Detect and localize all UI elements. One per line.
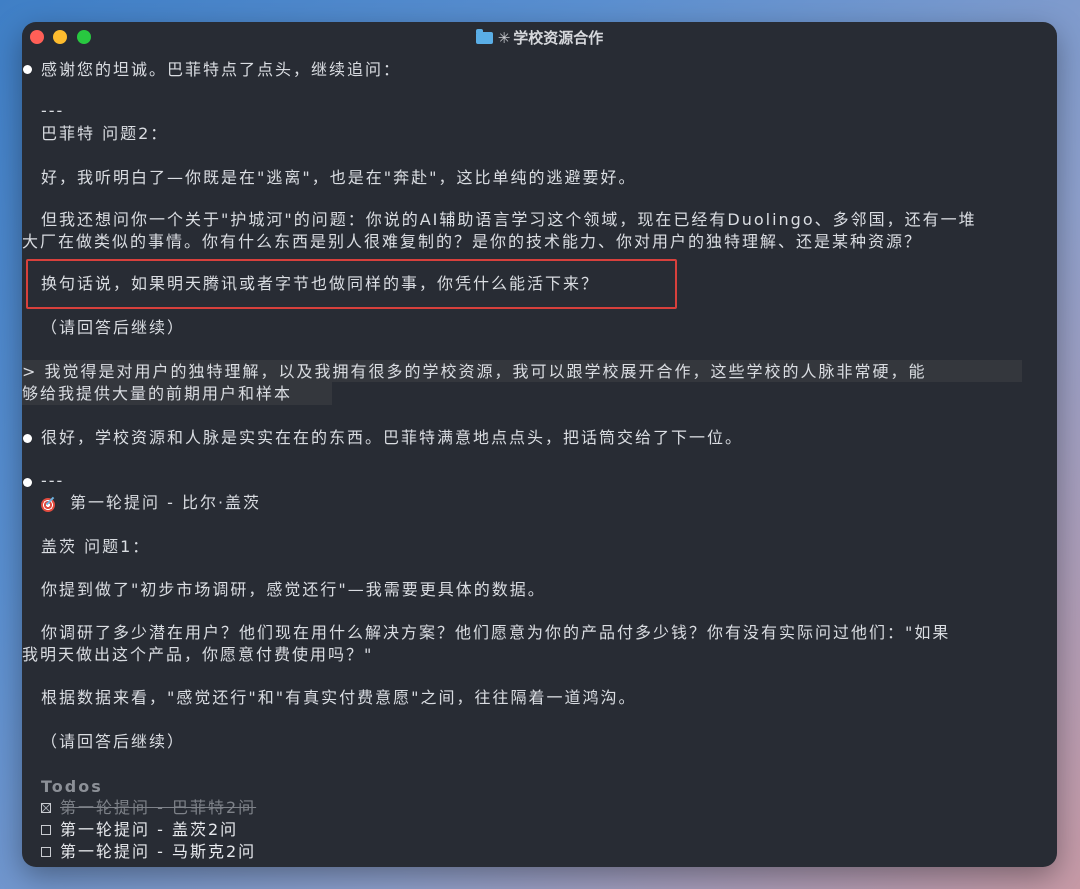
todo-item: 第一轮提问 - 盖茨2问 <box>60 820 239 839</box>
continue-prompt: （请回答后继续） <box>41 318 186 337</box>
round-heading: 第一轮提问 - 比尔·盖茨 <box>70 493 262 512</box>
message-bullet <box>23 478 32 487</box>
message-text: 大厂在做类似的事情。你有什么东西是别人很难复制的？是你的技术能力、你对用户的独特… <box>22 232 923 251</box>
todo-item-done: 第一轮提问 - 巴菲特2问 <box>60 798 257 817</box>
separator: --- <box>41 471 65 490</box>
message-text: 根据数据来看，"感觉还行"和"有真实付费意愿"之间，往往隔着一道鸿沟。 <box>41 688 637 707</box>
terminal-window: ✳ 学校资源合作 感谢您的坦诚。巴菲特点了点头，继续追问： --- 巴菲特 问题2… <box>22 22 1057 867</box>
continue-prompt: （请回答后继续） <box>41 732 186 751</box>
message-text: 好，我听明白了—你既是在"逃离"，也是在"奔赴"，这比单纯的逃避要好。 <box>41 168 637 187</box>
message-text: 我明天做出这个产品，你愿意付费使用吗？" <box>22 645 374 664</box>
user-reply-text: 够给我提供大量的前期用户和样本 <box>22 384 293 403</box>
message-text: 感谢您的坦诚。巴菲特点了点头，继续追问： <box>41 60 402 79</box>
todos-label: Todos <box>41 777 103 796</box>
message-bullet <box>23 65 32 74</box>
todo-checkbox[interactable] <box>41 847 51 857</box>
message-bullet <box>23 434 32 443</box>
message-text: 你提到做了"初步市场调研，感觉还行"—我需要更具体的数据。 <box>41 580 546 599</box>
separator: --- <box>41 101 65 120</box>
message-text: 但我还想问你一个关于"护城河"的问题：你说的AI辅助语言学习这个领域，现在已经有… <box>41 210 977 229</box>
todo-checkbox[interactable] <box>41 825 51 835</box>
dart-target-icon <box>41 498 55 512</box>
highlighted-question: 换句话说，如果明天腾讯或者字节也做同样的事，你凭什么能活下来？ <box>41 274 600 293</box>
user-reply-text: > 我觉得是对用户的独特理解，以及我拥有很多的学校资源，我可以跟学校展开合作，这… <box>22 362 927 381</box>
transcript: 感谢您的坦诚。巴菲特点了点头，继续追问： --- 巴菲特 问题2： 好，我听明白… <box>22 22 1057 867</box>
question-heading: 盖茨 问题1： <box>41 537 151 556</box>
todo-checkbox-checked[interactable] <box>41 803 51 813</box>
todo-item: 第一轮提问 - 马斯克2问 <box>60 842 257 861</box>
message-text: 你调研了多少潜在用户？他们现在用什么解决方案？他们愿意为你的产品付多少钱？你有没… <box>41 623 951 642</box>
question-heading: 巴菲特 问题2： <box>41 124 169 143</box>
message-text: 很好，学校资源和人脉是实实在在的东西。巴菲特满意地点点头，把话筒交给了下一位。 <box>41 428 744 447</box>
